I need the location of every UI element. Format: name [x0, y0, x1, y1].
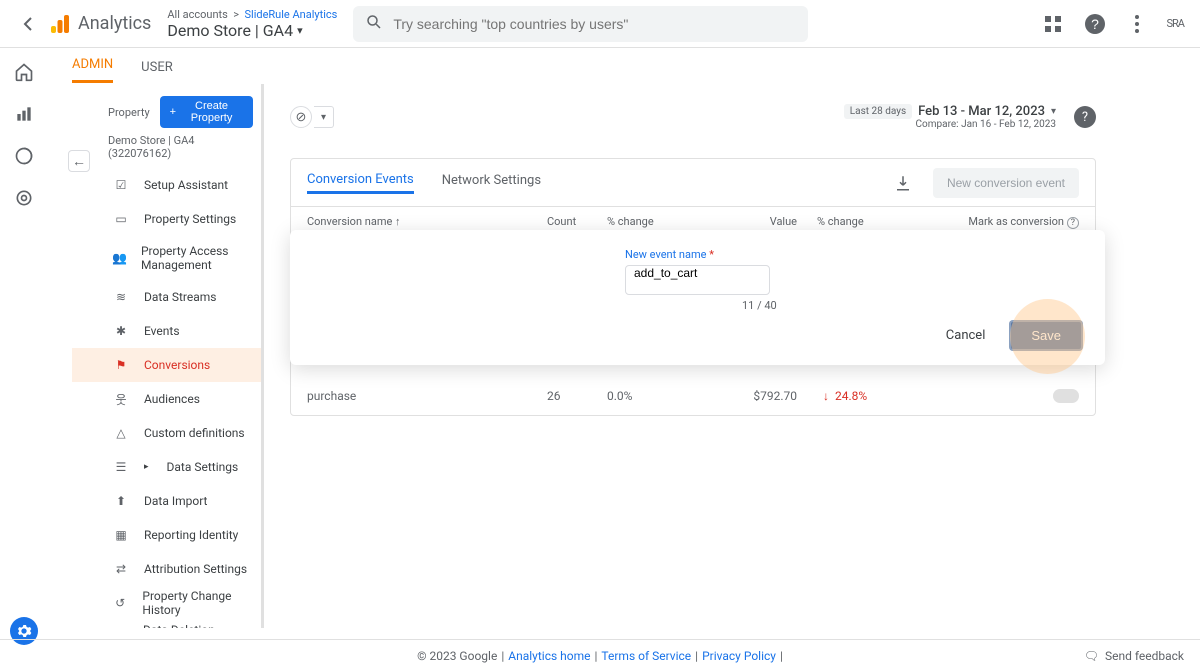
- analytics-logo-icon: [48, 12, 72, 36]
- breadcrumb[interactable]: All accounts > SlideRule Analytics Demo …: [167, 8, 337, 40]
- select-dropdown[interactable]: ▾: [314, 106, 334, 128]
- footer-link-privacy[interactable]: Privacy Policy: [702, 649, 776, 663]
- cancel-button[interactable]: Cancel: [946, 328, 986, 343]
- sidebar-item-access-management[interactable]: 👥Property Access Management: [72, 236, 261, 280]
- account-avatar[interactable]: SRA: [1167, 17, 1185, 30]
- feedback-icon: 🗨: [1084, 649, 1099, 663]
- sidebar-item-property-settings[interactable]: ▭Property Settings: [72, 202, 261, 236]
- row-conversion-name[interactable]: purchase: [307, 389, 547, 403]
- audience-icon: 웃: [112, 390, 130, 408]
- tab-admin[interactable]: ADMIN: [72, 57, 113, 83]
- help-icon[interactable]: ?: [1083, 12, 1107, 36]
- table-row: purchase 26 0.0% $792.70 ↓24.8%: [291, 377, 1095, 415]
- sort-arrow-icon[interactable]: ↑: [395, 215, 401, 228]
- home-icon[interactable]: [12, 60, 36, 84]
- search-input[interactable]: [393, 16, 796, 32]
- search-icon: [365, 13, 393, 35]
- explore-icon[interactable]: [12, 144, 36, 168]
- tab-network-settings[interactable]: Network Settings: [442, 173, 541, 192]
- row-count: 26: [547, 389, 607, 403]
- new-event-name-input[interactable]: [625, 265, 770, 295]
- breadcrumb-current: Demo Store | GA4: [167, 21, 293, 40]
- help-bubble-icon[interactable]: ?: [1074, 106, 1096, 128]
- sidebar-item-conversions[interactable]: ⚑Conversions: [72, 348, 261, 382]
- sidebar-item-events[interactable]: ✱Events: [72, 314, 261, 348]
- required-asterisk: *: [709, 248, 714, 261]
- reports-icon[interactable]: [12, 102, 36, 126]
- settings-icon: ☰: [112, 458, 130, 476]
- attribution-icon: ⇄: [112, 560, 130, 578]
- save-button[interactable]: Save: [1009, 320, 1083, 351]
- top-bar: Analytics All accounts > SlideRule Analy…: [0, 0, 1200, 48]
- back-arrow-icon[interactable]: [16, 12, 40, 36]
- sidebar-item-data-import[interactable]: ⬆Data Import: [72, 484, 261, 518]
- create-property-button[interactable]: + Create Property: [160, 96, 253, 128]
- checklist-icon: ☑: [112, 176, 130, 194]
- footer-link-home[interactable]: Analytics home: [508, 649, 590, 663]
- search-box[interactable]: [353, 6, 808, 42]
- dialog-field-label: New event name: [625, 248, 706, 261]
- sidebar-item-attribution-settings[interactable]: ⇄Attribution Settings: [72, 552, 261, 586]
- events-icon: ✱: [112, 322, 130, 340]
- trend-down-icon: ↓: [823, 389, 829, 403]
- advertising-icon[interactable]: [12, 186, 36, 210]
- send-feedback-button[interactable]: 🗨 Send feedback: [1084, 649, 1184, 663]
- more-menu-icon[interactable]: [1125, 12, 1149, 36]
- date-range-compare: Compare: Jan 16 - Feb 12, 2023: [844, 119, 1056, 130]
- breadcrumb-accounts: All accounts: [167, 8, 227, 21]
- product-logo[interactable]: Analytics: [48, 12, 151, 36]
- admin-user-tabs: ADMIN USER: [48, 48, 1200, 84]
- breadcrumb-property-link: SlideRule Analytics: [244, 8, 337, 21]
- row-value: $792.70: [707, 389, 797, 403]
- select-all-toggle[interactable]: ⊘: [290, 106, 312, 128]
- definitions-icon: △: [112, 424, 130, 442]
- property-id-label: Demo Store | GA4 (322076162): [72, 134, 261, 168]
- row-pct-change: 0.0%: [607, 389, 707, 403]
- apps-grid-icon[interactable]: [1041, 12, 1065, 36]
- date-range-chip: Last 28 days: [844, 104, 912, 119]
- sidebar-section-label: Property: [108, 106, 150, 119]
- svg-text:?: ?: [1091, 16, 1099, 32]
- new-event-dialog: New event name * 11 / 40 Cancel Save: [290, 230, 1105, 365]
- sidebar-item-setup-assistant[interactable]: ☑Setup Assistant: [72, 168, 261, 202]
- flag-icon: ⚑: [112, 356, 130, 374]
- char-counter: 11 / 40: [742, 299, 1085, 312]
- upload-icon: ⬆: [112, 492, 130, 510]
- new-conversion-event-button[interactable]: New conversion event: [933, 168, 1079, 198]
- history-icon: ↺: [112, 594, 128, 612]
- topbar-actions: ? SRA: [1041, 12, 1185, 36]
- footer: © 2023 Google | Analytics home | Terms o…: [0, 639, 1200, 671]
- sidebar-item-change-history[interactable]: ↺Property Change History: [72, 586, 261, 620]
- sidebar-item-reporting-identity[interactable]: ▦Reporting Identity: [72, 518, 261, 552]
- property-sidebar: Property + Create Property Demo Store | …: [72, 84, 264, 628]
- product-name: Analytics: [78, 13, 151, 34]
- identity-icon: ▦: [112, 526, 130, 544]
- left-rail: [0, 48, 48, 628]
- chevron-down-icon[interactable]: ▾: [1051, 106, 1056, 117]
- date-range-main[interactable]: Feb 13 - Mar 12, 2023: [918, 104, 1045, 119]
- sidebar-item-audiences[interactable]: 웃Audiences: [72, 382, 261, 416]
- mark-conversion-toggle[interactable]: [1053, 389, 1079, 403]
- plus-icon: +: [170, 106, 176, 118]
- download-icon[interactable]: [891, 171, 915, 195]
- new-event-name-field[interactable]: [634, 266, 761, 280]
- info-icon[interactable]: ?: [1067, 217, 1079, 229]
- sidebar-item-custom-definitions[interactable]: △Custom definitions: [72, 416, 261, 450]
- tab-conversion-events[interactable]: Conversion Events: [307, 172, 414, 194]
- chevron-down-icon: ▾: [297, 24, 303, 37]
- sidebar-item-data-settings[interactable]: ☰▸Data Settings: [72, 450, 261, 484]
- sidebar-item-data-deletion[interactable]: DdData Deletion Requests: [72, 620, 261, 628]
- people-icon: 👥: [112, 249, 127, 267]
- footer-link-tos[interactable]: Terms of Service: [601, 649, 691, 663]
- stream-icon: ≋: [112, 288, 130, 306]
- tab-user[interactable]: USER: [141, 60, 173, 83]
- sidebar-item-data-streams[interactable]: ≋Data Streams: [72, 280, 261, 314]
- expand-caret-icon: ▸: [144, 462, 149, 472]
- footer-copyright: © 2023 Google: [417, 649, 497, 663]
- card-icon: ▭: [112, 210, 130, 228]
